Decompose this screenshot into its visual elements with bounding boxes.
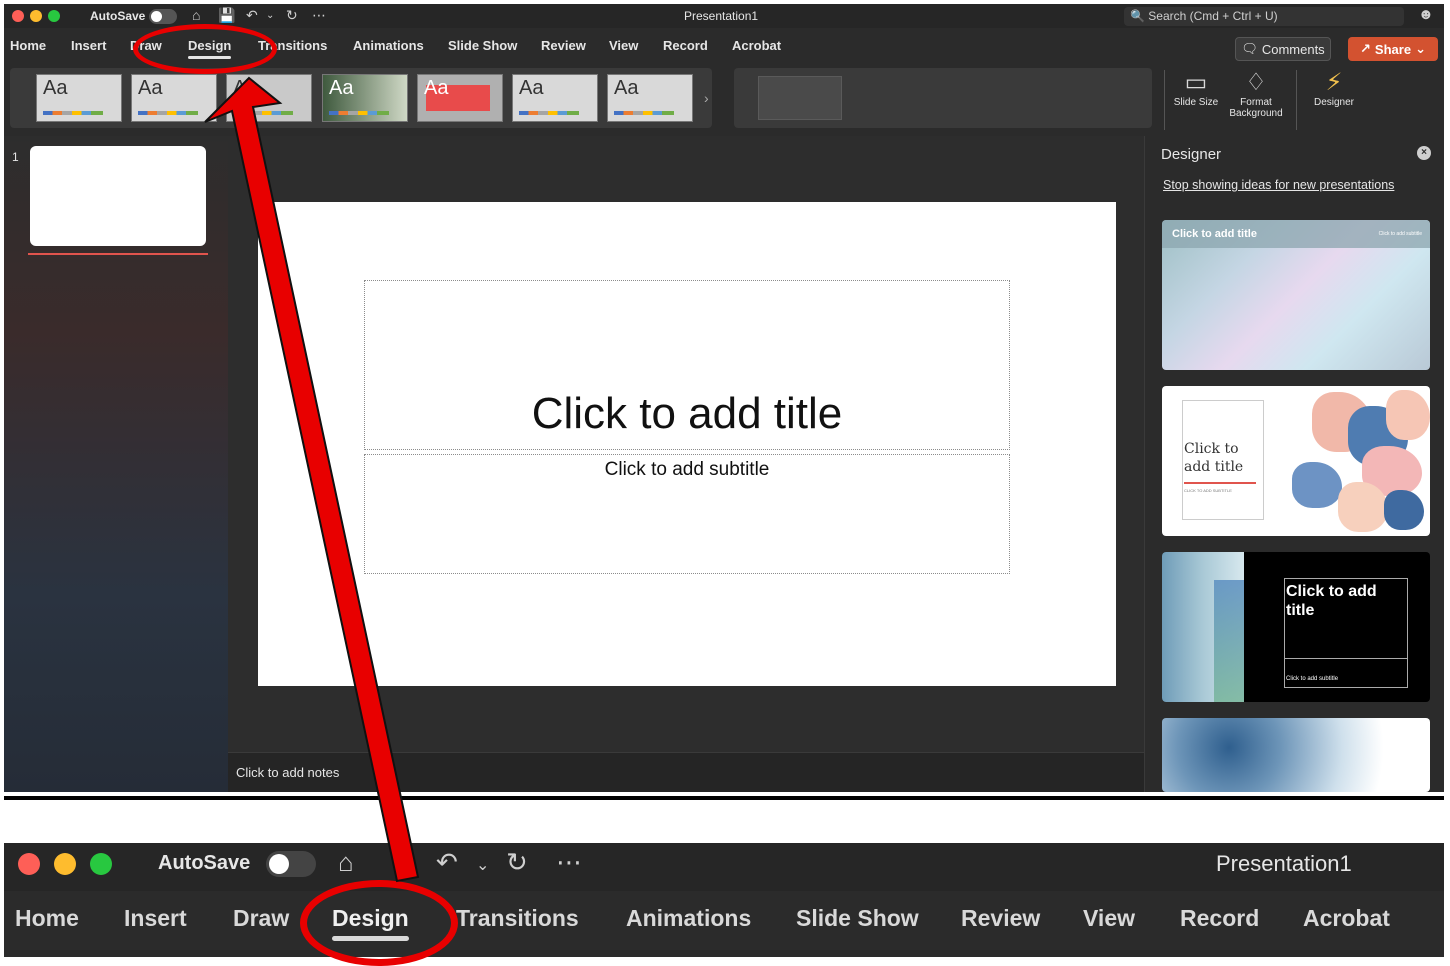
- pointer-arrow: [204, 76, 420, 883]
- annotation-arrow-layer: [204, 76, 420, 883]
